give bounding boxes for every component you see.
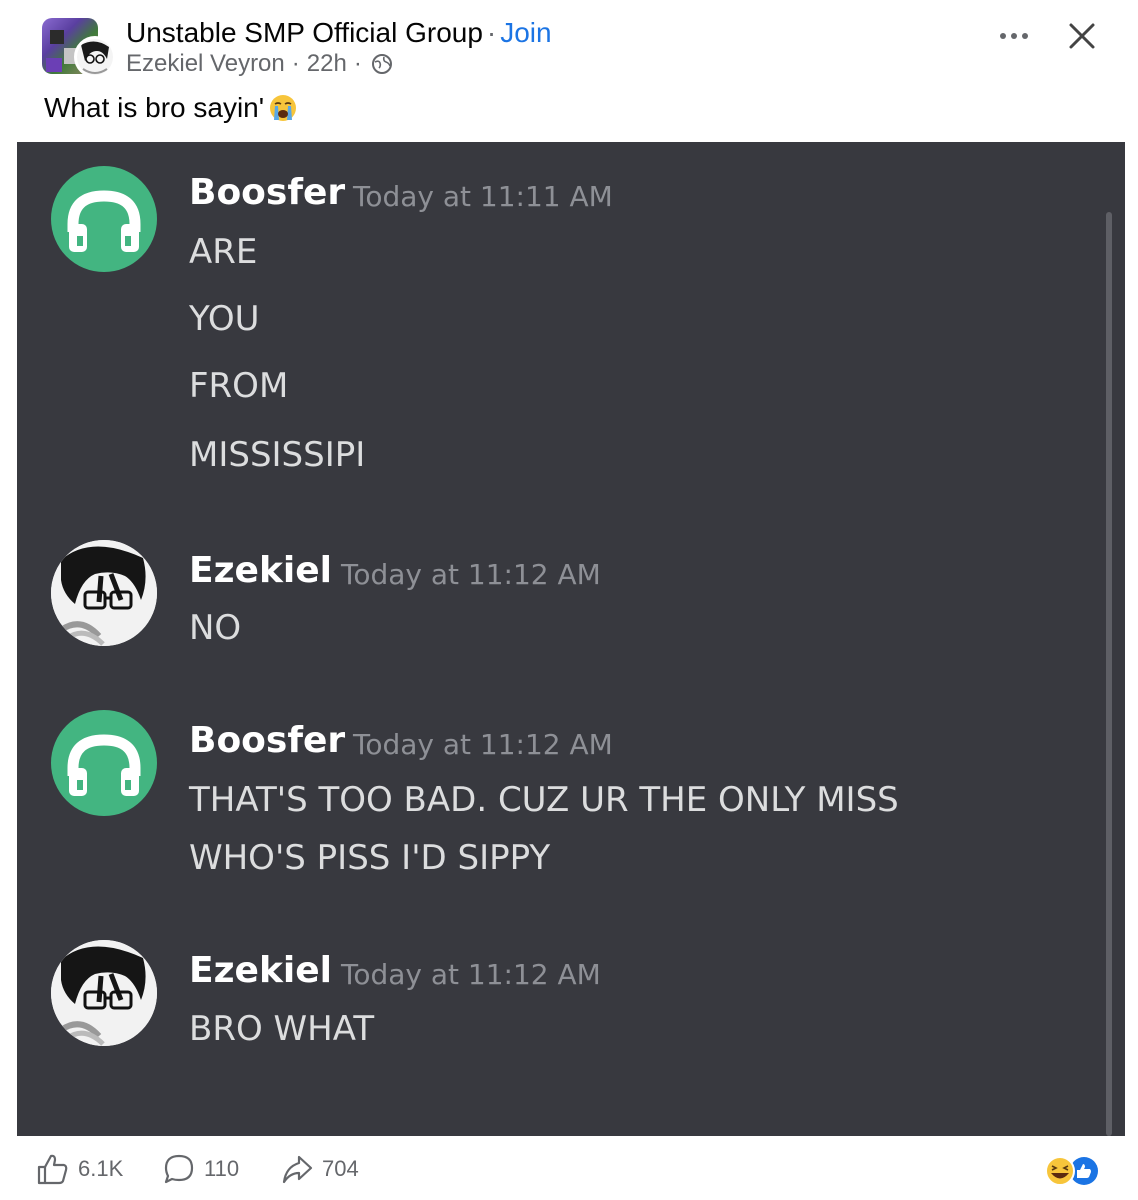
post-title-line: Unstable SMP Official Group · Join — [126, 16, 552, 50]
comment-count: 110 — [204, 1156, 240, 1181]
ezekiel-avatar — [51, 540, 157, 646]
message-timestamp: Today at 11:12 AM — [341, 958, 601, 991]
title-separator: · — [486, 17, 497, 48]
user-avatar[interactable] — [74, 36, 116, 78]
message-author[interactable]: Ezekiel — [189, 950, 332, 992]
message-line: BRO WHAT — [189, 1009, 375, 1049]
share-icon — [282, 1155, 313, 1184]
anime-avatar-icon — [51, 940, 157, 1046]
share-count: 704 — [322, 1156, 359, 1181]
boosfer-avatar — [51, 710, 157, 816]
message-line: THAT'S TOO BAD. CUZ UR THE ONLY MISS — [189, 780, 899, 820]
message-line: NO — [189, 608, 242, 648]
join-button[interactable]: Join — [500, 17, 551, 48]
message-author[interactable]: Boosfer — [189, 172, 345, 214]
like-button[interactable]: 6.1K — [36, 1152, 123, 1186]
more-dots-icon — [1000, 33, 1028, 39]
message-author[interactable]: Boosfer — [189, 720, 345, 762]
comment-button[interactable]: 110 — [162, 1152, 239, 1186]
post-header: Unstable SMP Official Group · Join Ezekiel… — [0, 0, 1138, 140]
message-line: MISSISSIPI — [189, 435, 366, 475]
comment-icon — [164, 1154, 194, 1184]
share-button[interactable]: 704 — [280, 1152, 359, 1186]
message-line: FROM — [189, 366, 289, 406]
message-timestamp: Today at 11:11 AM — [353, 180, 613, 213]
discord-screenshot[interactable]: Boosfer Today at 11:11 AM ARE YOU FROM M… — [17, 142, 1125, 1136]
close-button[interactable] — [1062, 16, 1102, 56]
meta-separator: · — [291, 50, 300, 77]
author-name-link[interactable]: Ezekiel Veyron — [126, 49, 285, 79]
group-name-link[interactable]: Unstable SMP Official Group — [126, 17, 483, 48]
headphones-icon — [67, 734, 141, 796]
message-author[interactable]: Ezekiel — [189, 550, 332, 592]
boosfer-avatar — [51, 166, 157, 272]
ezekiel-avatar — [51, 940, 157, 1046]
post-meta-line: Ezekiel Veyron · 22h · — [126, 49, 393, 79]
headphones-icon — [67, 190, 141, 252]
post-caption: What is bro sayin' — [44, 92, 265, 123]
message-line: ARE — [189, 232, 258, 272]
post-time-link[interactable]: 22h — [307, 49, 347, 79]
thumbs-up-icon — [37, 1154, 68, 1185]
close-icon — [1069, 23, 1095, 49]
message-line: WHO'S PISS I'D SIPPY — [189, 838, 551, 878]
globe-icon — [371, 53, 393, 75]
anime-avatar-icon — [51, 540, 157, 646]
message-timestamp: Today at 11:12 AM — [353, 728, 613, 761]
post-text: What is bro sayin' — [44, 90, 298, 126]
reactions-summary[interactable] — [1044, 1154, 1104, 1188]
like-count: 6.1K — [78, 1156, 124, 1181]
scrollbar[interactable] — [1106, 212, 1112, 1136]
meta-separator-2: · — [353, 50, 362, 77]
more-options-button[interactable] — [994, 18, 1034, 54]
loudly-crying-emoji-icon — [268, 93, 298, 123]
haha-reaction-icon — [1045, 1156, 1075, 1186]
message-timestamp: Today at 11:12 AM — [341, 558, 601, 591]
post-avatar-stack[interactable] — [42, 18, 116, 78]
post-footer: 6.1K 110 704 — [0, 1136, 1138, 1200]
message-line: YOU — [189, 299, 260, 339]
